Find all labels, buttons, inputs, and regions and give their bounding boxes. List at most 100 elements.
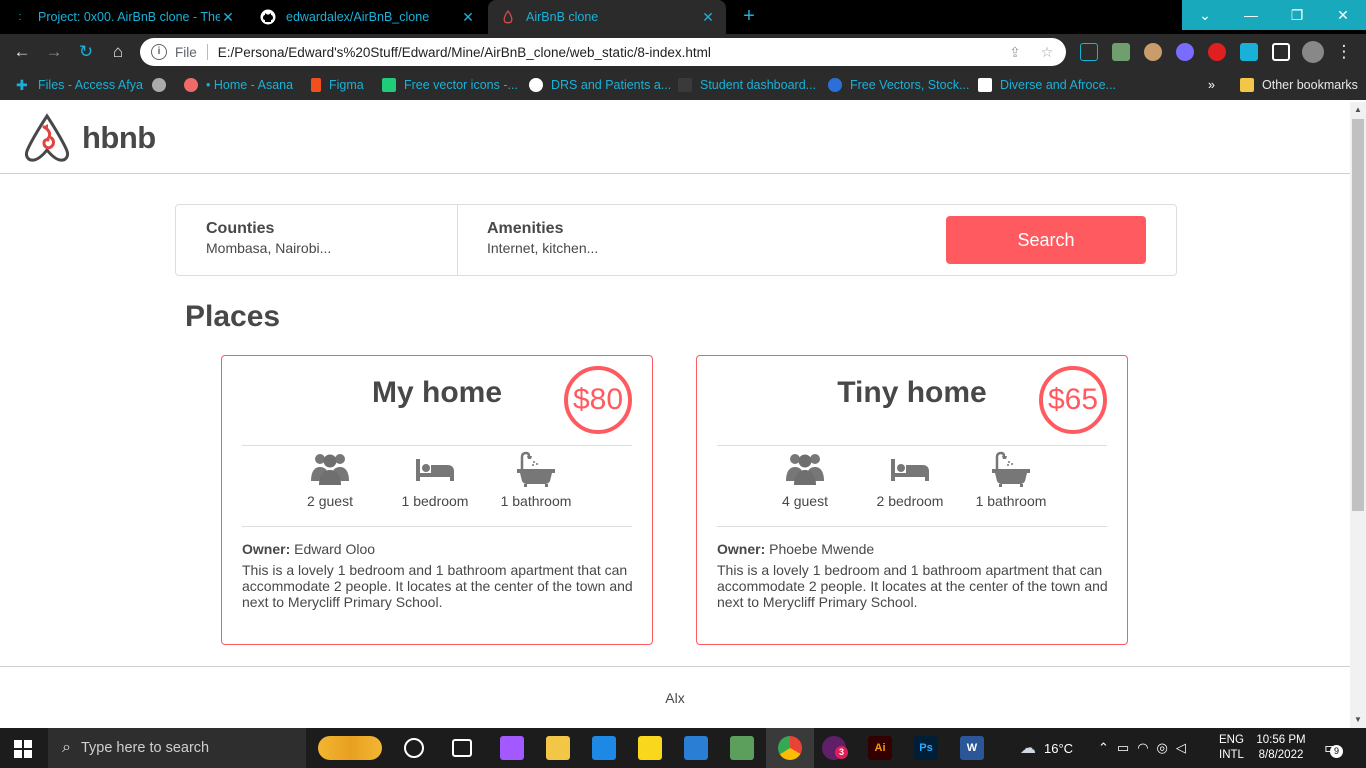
- photoshop-icon[interactable]: Ps: [914, 736, 938, 760]
- cortana-icon[interactable]: [404, 738, 424, 758]
- address-bar[interactable]: i File E:/Persona/Edward's%20Stuff/Edwar…: [140, 38, 1066, 66]
- slack-icon[interactable]: 3: [822, 736, 848, 760]
- site-header: hbnb: [0, 102, 1350, 174]
- url-scheme: File: [175, 44, 197, 60]
- url-text[interactable]: E:/Persona/Edward's%20Stuff/Edward/Mine/…: [218, 45, 711, 60]
- amenities-filter[interactable]: Amenities Internet, kitchen...: [457, 205, 897, 275]
- owner-name: Edward Oloo: [294, 541, 376, 557]
- owner: Owner: Edward Oloo: [242, 541, 375, 557]
- new-tab-button[interactable]: +: [738, 5, 760, 27]
- bookmark-globe[interactable]: [152, 70, 174, 100]
- places-title: Places: [185, 300, 281, 333]
- close-tab-icon[interactable]: ✕: [700, 9, 716, 26]
- page-icon: [978, 78, 992, 92]
- bookmarks-bar: ✚ Files - Access Afya • Home - Asana Figm…: [0, 70, 1366, 100]
- battery-icon[interactable]: ▭: [1117, 740, 1129, 756]
- tab-github[interactable]: edwardalex/AirBnB_clone ✕: [248, 0, 486, 34]
- scroll-down-icon[interactable]: ▼: [1350, 712, 1366, 728]
- chevron-up-icon[interactable]: ⌃: [1098, 740, 1109, 756]
- bookmark-label: Diverse and Afroce...: [1000, 78, 1117, 92]
- page-scrollbar[interactable]: ▲ ▼: [1350, 102, 1366, 728]
- date: 8/8/2022: [1258, 749, 1304, 761]
- bookmark-asana[interactable]: • Home - Asana: [184, 70, 293, 100]
- bookmark-label: DRS and Patients a...: [551, 78, 672, 92]
- minimize-button[interactable]: —: [1228, 0, 1274, 30]
- share-icon[interactable]: ⇪: [1006, 43, 1024, 61]
- owner-label: Owner:: [242, 541, 291, 557]
- forward-button[interactable]: →: [44, 42, 64, 62]
- bookmark-free-vectors[interactable]: Free Vectors, Stock...: [828, 70, 970, 100]
- notification-center[interactable]: ▭9: [1324, 728, 1343, 768]
- search-highlight-icon[interactable]: [318, 736, 382, 760]
- bookmark-figma[interactable]: Figma: [311, 70, 364, 100]
- chrome-taskbar-active[interactable]: [766, 728, 814, 768]
- logo-text: hbnb: [82, 120, 156, 155]
- bookmark-student-dashboard[interactable]: Student dashboard...: [678, 70, 816, 100]
- bedroom-info: 2 bedroom: [860, 451, 960, 509]
- wifi-icon[interactable]: ◠: [1137, 740, 1148, 756]
- illustrator-icon[interactable]: Ai: [868, 736, 892, 760]
- home-button[interactable]: ⌂: [108, 42, 128, 62]
- system-tray[interactable]: ⌃ ▭ ◠ ◎ ◁: [1098, 728, 1186, 768]
- scroll-up-icon[interactable]: ▲: [1350, 102, 1366, 118]
- meet-now-icon[interactable]: ◎: [1157, 740, 1168, 756]
- extensions-puzzle-icon[interactable]: [1240, 43, 1258, 61]
- bookmark-free-vector-icons[interactable]: Free vector icons -...: [382, 70, 518, 100]
- counties-value: Mombasa, Nairobi...: [206, 240, 332, 256]
- more-bookmarks-button[interactable]: »: [1208, 70, 1215, 100]
- extension-face-icon[interactable]: [1144, 43, 1162, 61]
- other-bookmarks[interactable]: Other bookmarks: [1240, 70, 1358, 100]
- bookmark-drs-patients[interactable]: DRS and Patients a...: [529, 70, 671, 100]
- bookmark-diverse-afrocentric[interactable]: Diverse and Afroce...: [978, 70, 1116, 100]
- tab-project-airbnb[interactable]: : Project: 0x00. AirBnB clone - The ✕: [0, 0, 246, 34]
- info-icon[interactable]: i: [151, 44, 167, 60]
- weather-widget[interactable]: ☁ 16°C: [1020, 728, 1073, 768]
- back-button[interactable]: ←: [12, 42, 32, 62]
- amenities-value: Internet, kitchen...: [487, 240, 599, 256]
- extension-n-icon[interactable]: [1080, 43, 1098, 61]
- sticky-notes-icon[interactable]: [638, 736, 662, 760]
- language-indicator[interactable]: ENG INTL: [1219, 728, 1244, 768]
- extension-mail-icon[interactable]: [1112, 43, 1130, 61]
- footer-text: Alx: [665, 690, 685, 706]
- task-view-icon[interactable]: [452, 739, 472, 757]
- file-explorer-icon[interactable]: [546, 736, 570, 760]
- clock[interactable]: 10:56 PM 8/8/2022: [1256, 728, 1306, 768]
- divider: [717, 445, 1107, 446]
- extension-stop-icon[interactable]: [1208, 43, 1226, 61]
- guest-info: 4 guest: [755, 451, 855, 509]
- extension-gear-icon[interactable]: [1176, 43, 1194, 61]
- avatar[interactable]: [1302, 41, 1324, 63]
- vscode-icon[interactable]: [684, 736, 708, 760]
- windows-start-icon[interactable]: [14, 740, 32, 758]
- figma-taskbar-icon[interactable]: [500, 736, 524, 760]
- menu-button[interactable]: ⋮: [1334, 42, 1354, 62]
- git-icon[interactable]: [730, 736, 754, 760]
- plus-icon: ✚: [16, 77, 28, 93]
- arrow-right-icon: →: [45, 42, 63, 61]
- store-icon[interactable]: [592, 736, 616, 760]
- scroll-thumb[interactable]: [1352, 119, 1364, 511]
- reload-button[interactable]: ↻: [76, 42, 96, 62]
- word-icon[interactable]: W: [960, 736, 984, 760]
- bed-icon: [891, 459, 929, 481]
- tab-search-button[interactable]: ⌄: [1182, 0, 1228, 30]
- close-tab-icon[interactable]: ✕: [460, 9, 476, 26]
- close-tab-icon[interactable]: ✕: [220, 9, 236, 26]
- search-button[interactable]: Search: [946, 216, 1146, 264]
- notification-icon: ▭9: [1324, 738, 1343, 758]
- star-icon[interactable]: ☆: [1038, 43, 1056, 61]
- bookmark-files-access-afya[interactable]: ✚ Files - Access Afya: [16, 70, 143, 100]
- sidebar-icon[interactable]: [1272, 43, 1290, 61]
- owner: Owner: Phoebe Mwende: [717, 541, 874, 557]
- volume-icon[interactable]: ◁: [1176, 740, 1186, 756]
- amenities-title: Amenities: [487, 220, 564, 237]
- taskbar-search-box[interactable]: ⌕ Type here to search: [48, 728, 306, 768]
- tab-airbnb-clone[interactable]: AirBnB clone ✕: [488, 0, 726, 34]
- counties-filter[interactable]: Counties Mombasa, Nairobi...: [176, 205, 457, 275]
- search-icon: ⌕: [62, 739, 71, 756]
- close-window-button[interactable]: ✕: [1320, 0, 1366, 30]
- logo[interactable]: hbnb: [24, 113, 156, 163]
- restore-button[interactable]: ❐: [1274, 0, 1320, 30]
- bookmark-label: Student dashboard...: [700, 78, 817, 92]
